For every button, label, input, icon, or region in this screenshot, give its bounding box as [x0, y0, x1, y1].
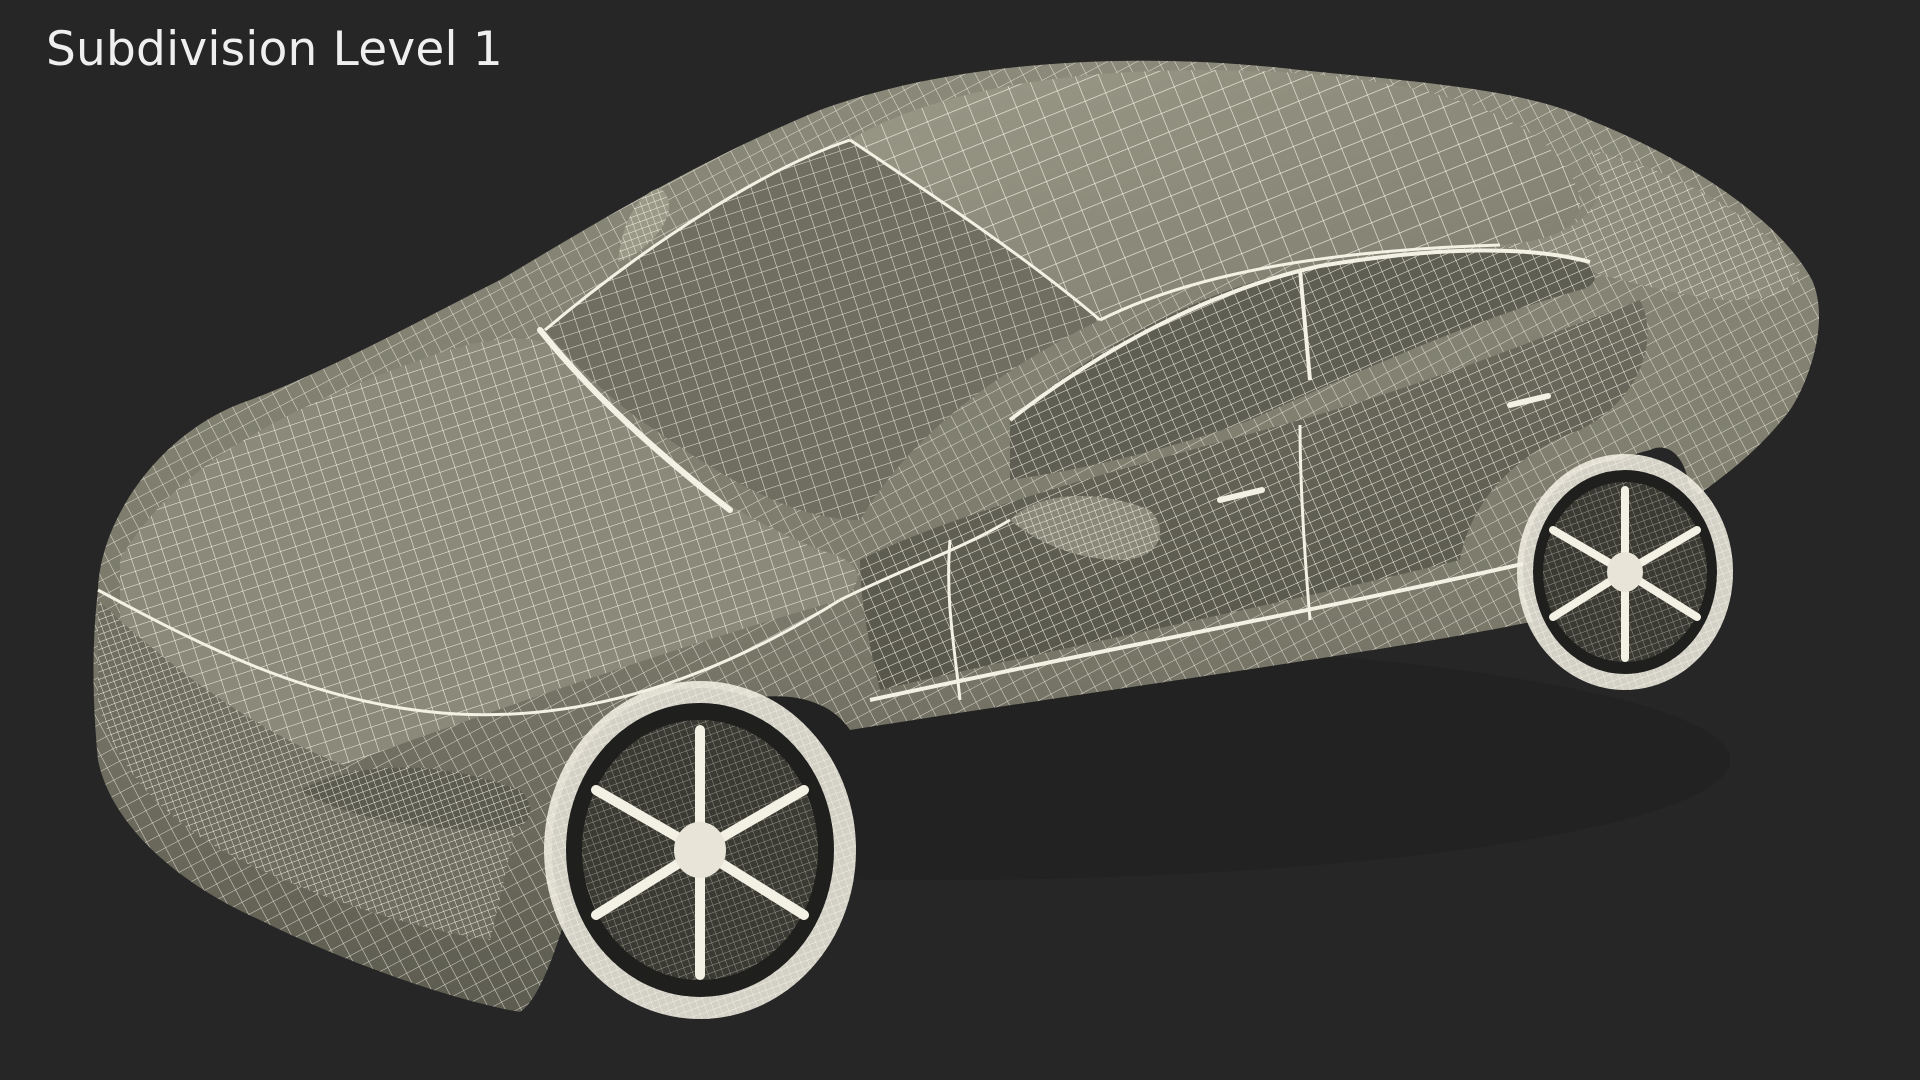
viewport: Subdivision Level 1: [0, 0, 1920, 1080]
front-wheel: [544, 681, 856, 1019]
car-wireframe-render: [93, 60, 1820, 1019]
rear-wheel: [1517, 454, 1733, 690]
